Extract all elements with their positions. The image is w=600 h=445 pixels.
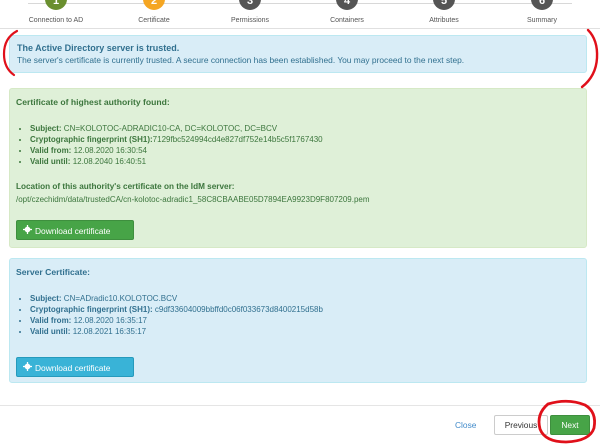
server-cert-details: Subject: CN=ADradic10.KOLOTOC.BCV Crypto…	[16, 293, 323, 337]
valid-until-label: Valid until:	[30, 157, 71, 166]
subject-value: CN=KOLOTOC-ADRADIC10-CA, DC=KOLOTOC, DC=…	[63, 124, 278, 133]
previous-button[interactable]: Previous	[494, 415, 548, 435]
valid-from-label: Valid from:	[30, 146, 72, 155]
certificate-icon	[23, 221, 32, 241]
fingerprint-row: Cryptographic fingerprint (SH1):7129fbc5…	[30, 134, 323, 145]
footer-divider	[0, 405, 600, 406]
valid-until-row: Valid until: 12.08.2040 16:40:51	[30, 156, 323, 167]
valid-from-value: 12.08.2020 16:30:54	[73, 146, 147, 155]
fingerprint-label: Cryptographic fingerprint (SH1):	[30, 305, 153, 314]
fingerprint-row: Cryptographic fingerprint (SH1): c9df336…	[30, 304, 323, 315]
valid-until-row: Valid until: 12.08.2021 16:35:17	[30, 326, 323, 337]
step-label: Containers	[330, 17, 364, 24]
subject-row: Subject: CN=KOLOTOC-ADRADIC10-CA, DC=KOL…	[30, 123, 323, 134]
divider	[0, 28, 600, 29]
wizard-line	[28, 3, 572, 4]
location-path: /opt/czechidm/data/trustedCA/cn-kolotoc-…	[16, 195, 370, 204]
valid-from-row: Valid from: 12.08.2020 16:35:17	[30, 315, 323, 326]
trusted-alert: The Active Directory server is trusted. …	[9, 35, 587, 73]
authority-certificate-panel: Certificate of highest authority found: …	[9, 88, 587, 248]
step-number: 4	[336, 0, 358, 10]
step-number: 5	[433, 0, 455, 10]
valid-from-value: 12.08.2020 16:35:17	[73, 316, 147, 325]
step-label: Summary	[527, 17, 557, 24]
valid-until-value: 12.08.2021 16:35:17	[72, 327, 147, 336]
step-number: 1	[45, 0, 67, 10]
fingerprint-value: c9df33604009bbffd0c06f033673d8400215d58b	[154, 305, 323, 314]
server-certificate-panel: Server Certificate: Subject: CN=ADradic1…	[9, 258, 587, 383]
subject-row: Subject: CN=ADradic10.KOLOTOC.BCV	[30, 293, 323, 304]
subject-label: Subject:	[30, 294, 62, 303]
fingerprint-value: 7129fbc524994cd4e827df752e14b5c5f1767430	[152, 135, 323, 144]
valid-from-row: Valid from: 12.08.2020 16:30:54	[30, 145, 323, 156]
step-number: 3	[239, 0, 261, 10]
panel-title: Certificate of highest authority found:	[16, 97, 170, 107]
panel-title: Server Certificate:	[16, 267, 91, 277]
alert-title: The Active Directory server is trusted.	[17, 43, 180, 53]
next-button[interactable]: Next	[550, 415, 590, 435]
certificate-icon	[23, 358, 32, 378]
download-authority-certificate-button[interactable]: Download certificate	[16, 220, 134, 240]
close-button[interactable]: Close	[455, 415, 476, 435]
step-label: Certificate	[138, 17, 170, 24]
step-label: Attributes	[429, 17, 459, 24]
subject-label: Subject:	[30, 124, 62, 133]
valid-from-label: Valid from:	[30, 316, 72, 325]
authority-cert-details: Subject: CN=KOLOTOC-ADRADIC10-CA, DC=KOL…	[16, 123, 323, 167]
step-number: 2	[143, 0, 165, 10]
valid-until-label: Valid until:	[30, 327, 71, 336]
location-title: Location of this authority's certificate…	[16, 182, 235, 191]
step-label: Permissions	[230, 17, 270, 24]
step-label: Connection to AD	[28, 17, 84, 24]
download-server-certificate-button[interactable]: Download certificate	[16, 357, 134, 377]
subject-value: CN=ADradic10.KOLOTOC.BCV	[63, 294, 178, 303]
download-label: Download certificate	[35, 363, 111, 373]
alert-text: The server's certificate is currently tr…	[17, 55, 465, 65]
step-number: 6	[531, 0, 553, 10]
wizard-progress: 1 Connection to AD 2 Certificate 3 Permi…	[0, 0, 600, 26]
download-label: Download certificate	[35, 226, 111, 236]
valid-until-value: 12.08.2040 16:40:51	[72, 157, 147, 166]
fingerprint-label: Cryptographic fingerprint (SH1):	[30, 135, 153, 144]
